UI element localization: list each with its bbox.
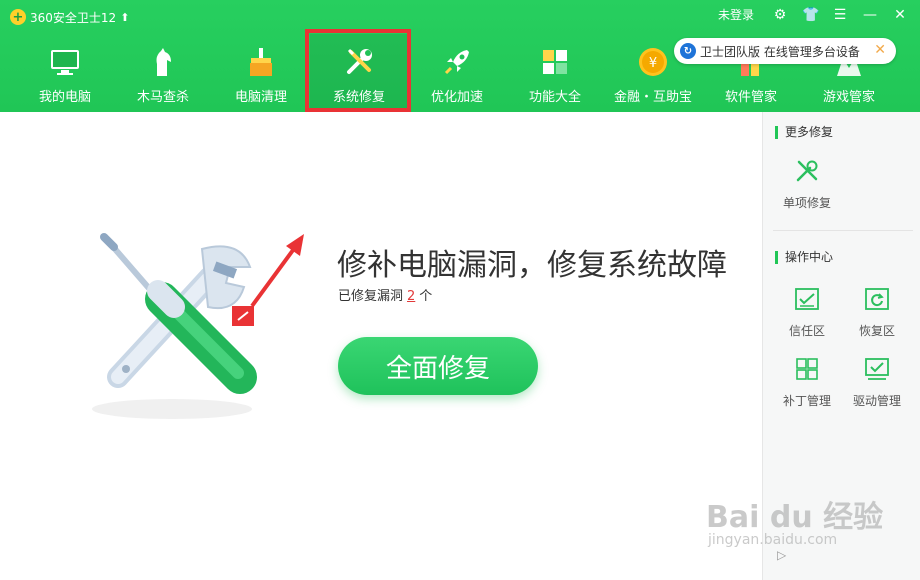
nav-label: 电脑清理: [234, 90, 287, 105]
app-title: 360安全卫士12: [30, 10, 117, 25]
nav-label: 我的电脑: [38, 90, 91, 105]
fixed-suffix: 个: [419, 289, 433, 304]
watermark-logo: Bai du 经验: [706, 500, 884, 535]
nav-label: 功能大全: [528, 90, 581, 105]
trust-zone-button[interactable]: 信任区: [775, 280, 839, 344]
page-title: 修补电脑漏洞，修复系统故障: [337, 248, 727, 283]
login-link[interactable]: 未登录: [718, 6, 754, 23]
broom-icon: [250, 48, 272, 76]
nav-optimize[interactable]: 优化加速: [408, 34, 506, 112]
fixed-vulnerabilities-text: 已修复漏洞 2 个: [338, 285, 432, 304]
notice-close-icon[interactable]: ✕: [874, 42, 886, 58]
driver-manage-label: 驱动管理: [852, 394, 901, 408]
single-repair-button[interactable]: 单项修复: [775, 152, 839, 216]
svg-text:¥: ¥: [649, 56, 657, 71]
nav-label: 系统修复: [332, 90, 385, 105]
team-edition-icon: ↻: [680, 43, 696, 59]
trust-zone-icon: [795, 288, 819, 310]
fixed-count-link[interactable]: 2: [407, 289, 415, 304]
restore-zone-label: 恢复区: [858, 324, 895, 338]
full-repair-button[interactable]: 全面修复: [338, 337, 538, 395]
main-panel: 修补电脑漏洞，修复系统故障 已修复漏洞 2 个 全面修复: [0, 112, 762, 580]
team-edition-notice[interactable]: ↻ 卫士团队版 在线管理多台设备 ✕: [674, 38, 896, 64]
window-controls: 未登录 ⚙ 👕 ☰ — ✕: [718, 6, 908, 23]
coin-icon: ¥: [639, 48, 667, 76]
fixed-prefix: 已修复漏洞: [338, 289, 404, 304]
monitor-icon: [51, 50, 79, 75]
watermark-url: jingyan.baidu.com: [708, 532, 838, 548]
tools-icon: [796, 160, 818, 182]
app-title-bar: + 360安全卫士12 ⬆: [10, 8, 129, 26]
trust-zone-label: 信任区: [788, 324, 825, 338]
patch-manage-label: 补丁管理: [782, 394, 831, 408]
restore-zone-button[interactable]: 恢复区: [845, 280, 909, 344]
app-logo-icon: +: [10, 9, 26, 25]
rocket-icon: [444, 50, 469, 75]
nav-trojan-scan[interactable]: 木马查杀: [114, 34, 212, 112]
annotation-arrow: [232, 234, 304, 326]
driver-manage-button[interactable]: 驱动管理: [845, 350, 909, 414]
restore-zone-icon: [865, 288, 889, 310]
nav-label: 金融・互助宝: [613, 90, 692, 105]
single-repair-label: 单项修复: [782, 196, 831, 210]
nav-label: 游戏管家: [822, 90, 875, 105]
nav-label: 优化加速: [430, 90, 483, 105]
nav-my-computer[interactable]: 我的电脑: [16, 34, 114, 112]
windows-icon: [796, 358, 818, 380]
more-repair-title: 更多修复: [775, 126, 833, 139]
patch-manage-button[interactable]: 补丁管理: [775, 350, 839, 414]
notice-text: 卫士团队版 在线管理多台设备: [700, 44, 860, 59]
wrench-screwdriver-icon: [347, 48, 372, 74]
grid-icon: [543, 50, 567, 74]
nav-system-repair[interactable]: 系统修复: [310, 34, 408, 112]
minimize-icon[interactable]: —: [862, 7, 878, 23]
driver-icon: [865, 358, 889, 380]
nav-label: 木马查杀: [136, 90, 189, 105]
nav-cleanup[interactable]: 电脑清理: [212, 34, 310, 112]
menu-icon[interactable]: ☰: [832, 7, 848, 23]
operation-center-title: 操作中心: [775, 251, 833, 264]
header-bar: + 360安全卫士12 ⬆ 未登录 ⚙ 👕 ☰ — ✕ 我的电脑 木马查杀 电脑…: [0, 0, 920, 112]
upgrade-arrow-icon[interactable]: ⬆: [120, 11, 129, 24]
sidebar-divider: [773, 230, 913, 231]
nav-features[interactable]: 功能大全: [506, 34, 604, 112]
settings-icon[interactable]: ⚙: [772, 7, 788, 23]
horse-icon: [156, 48, 171, 76]
collapse-sidebar-icon[interactable]: ▷: [777, 548, 786, 562]
close-icon[interactable]: ✕: [892, 7, 908, 23]
skin-shirt-icon[interactable]: 👕: [802, 7, 819, 23]
nav-label: 软件管家: [724, 90, 777, 105]
